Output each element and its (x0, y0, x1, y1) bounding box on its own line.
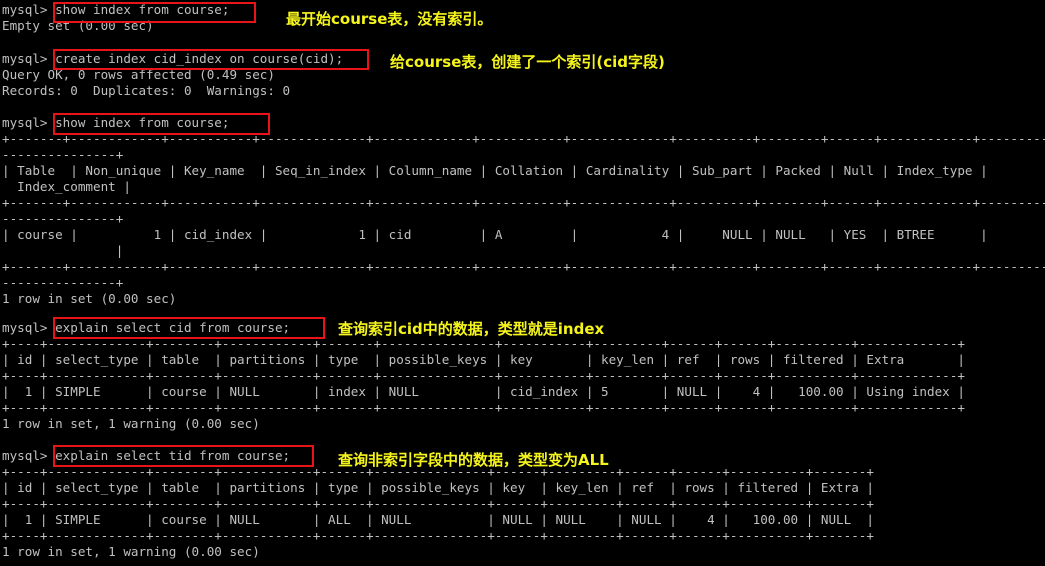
annotation-create-index: 给course表，创建了一个索引(cid字段) (390, 53, 665, 71)
table-border-line: +----+-------------+--------+-----------… (2, 496, 874, 511)
explain-cid-header-row: | id | select_type | table | partitions … (2, 352, 965, 367)
table-border-line: +----+-------------+--------+-----------… (2, 400, 965, 415)
show-index-data-row: | course | 1 | cid_index | 1 | cid | A |… (2, 227, 988, 242)
table-border-line: +----+-------------+--------+-----------… (2, 368, 965, 383)
annotation-type-index: 查询索引cid中的数据，类型就是index (338, 320, 605, 338)
terminal-line-row-count: 1 row in set, 1 warning (0.00 sec) (2, 544, 260, 559)
show-index-data-row-wrap: | (2, 243, 124, 258)
command-highlight-box (53, 49, 369, 70)
show-index-header-row: | Table | Non_unique | Key_name | Seq_in… (2, 163, 988, 178)
terminal-line-row-count: 1 row in set (0.00 sec) (2, 291, 177, 306)
table-border-line: +----+-------------+--------+-----------… (2, 528, 874, 543)
explain-tid-data-row: | 1 | SIMPLE | course | NULL | ALL | NUL… (2, 512, 874, 527)
terminal-line-records: Records: 0 Duplicates: 0 Warnings: 0 (2, 83, 291, 98)
table-border-line: +-------+------------+-----------+------… (2, 195, 1045, 210)
explain-tid-header-row: | id | select_type | table | partitions … (2, 480, 874, 495)
terminal-line-row-count: 1 row in set, 1 warning (0.00 sec) (2, 416, 260, 431)
command-highlight-box (53, 445, 314, 467)
annotation-type-all: 查询非索引字段中的数据，类型变为ALL (338, 451, 609, 469)
explain-cid-data-row: | 1 | SIMPLE | course | NULL | index | N… (2, 384, 965, 399)
command-highlight-box (53, 113, 270, 135)
terminal-window[interactable]: mysql> show index from course; Empty set… (0, 0, 1045, 566)
table-border-line: ---------------+ (2, 211, 124, 226)
command-highlight-box (53, 317, 325, 339)
table-border-line: +-------+------------+-----------+------… (2, 259, 1045, 274)
command-highlight-box (53, 2, 256, 23)
table-border-line: ---------------+ (2, 275, 124, 290)
show-index-header-row-wrap: Index_comment | (2, 179, 131, 194)
table-border-line: ---------------+ (2, 147, 124, 162)
annotation-no-index: 最开始course表，没有索引。 (286, 10, 493, 28)
